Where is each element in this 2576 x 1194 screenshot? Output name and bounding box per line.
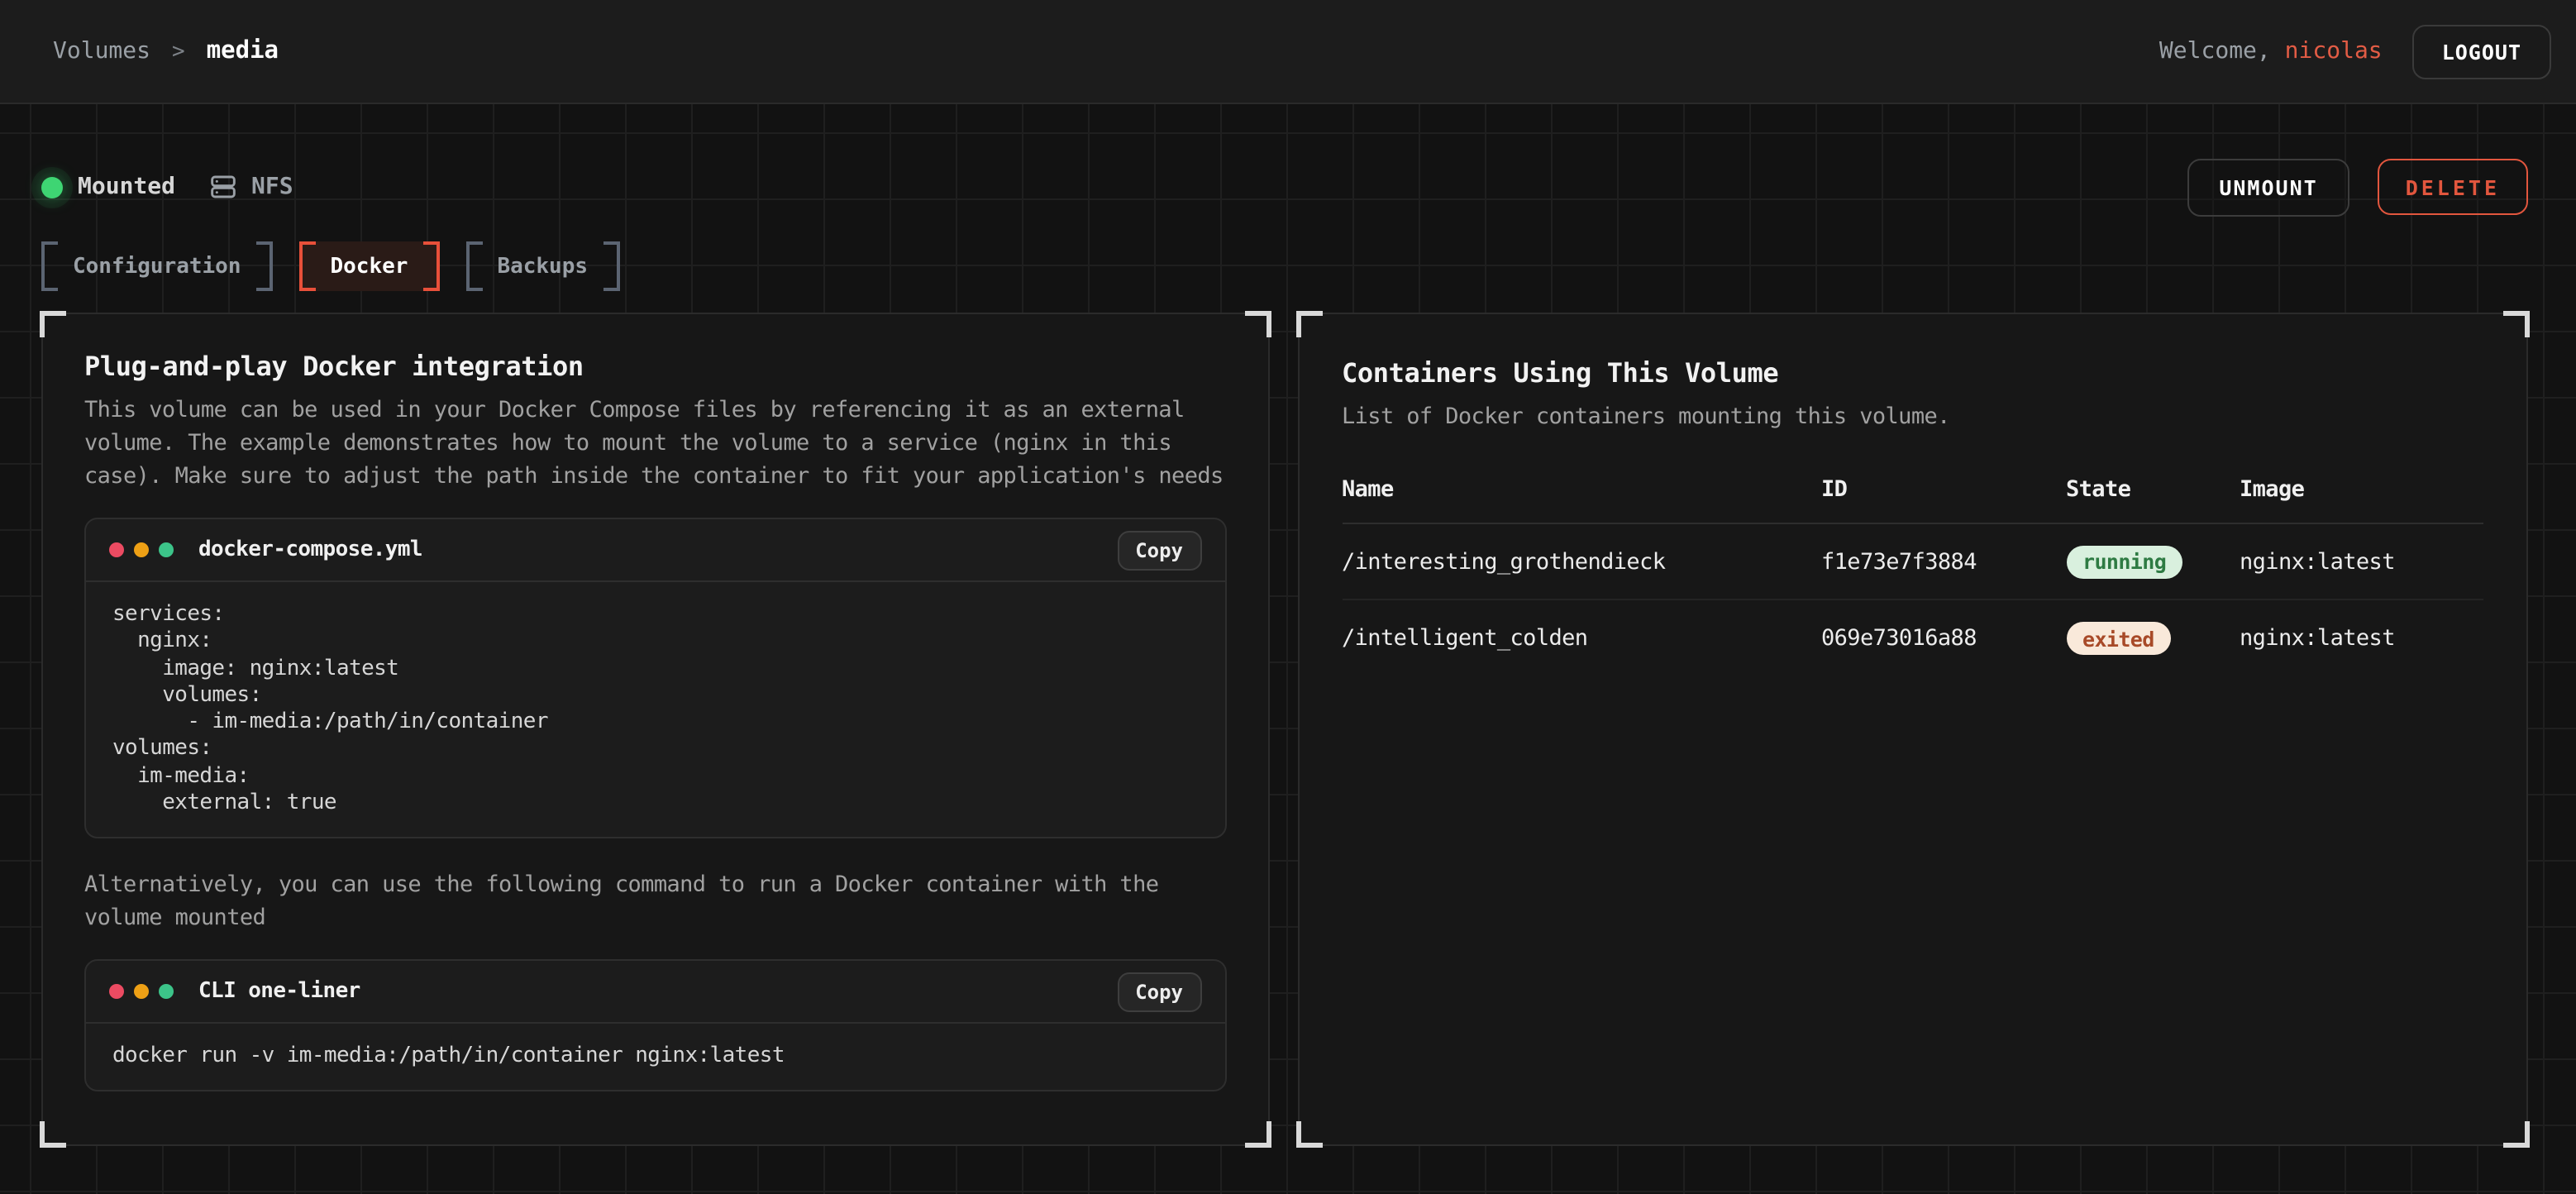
breadcrumb-volumes-link[interactable]: Volumes: [53, 38, 150, 64]
volume-toolbar: Mounted NFS UNMOUNT DELETE: [41, 104, 2528, 215]
red-dot-icon: [109, 984, 124, 999]
container-row: /intelligent_colden 069e73016a88 exited …: [1342, 600, 2483, 676]
driver-label: NFS: [251, 174, 293, 200]
driver-badge: NFS: [210, 174, 293, 200]
containers-panel-title: Containers Using This Volume: [1342, 357, 2483, 389]
panels-row: Plug-and-play Docker integration This vo…: [41, 313, 2528, 1146]
panel-corner-bracket: [2503, 311, 2530, 337]
traffic-lights-icon: [109, 542, 174, 557]
page-body: Mounted NFS UNMOUNT DELETE Con: [0, 104, 2576, 1194]
breadcrumb-separator: >: [172, 39, 185, 64]
panel-corner-bracket: [1295, 311, 1322, 337]
containers-table: Name ID State Image /interesting_grothen…: [1342, 476, 2483, 676]
breadcrumb: Volumes > media: [53, 38, 279, 64]
username: nicolas: [2285, 38, 2383, 64]
panel-corner-bracket: [1244, 311, 1271, 337]
amber-dot-icon: [134, 984, 149, 999]
action-group: UNMOUNT DELETE: [2187, 158, 2528, 216]
docker-panel-description: This volume can be used in your Docker C…: [84, 394, 1226, 493]
panel-corner-bracket: [2503, 1121, 2530, 1148]
unmount-button[interactable]: UNMOUNT: [2187, 158, 2349, 216]
amber-dot-icon: [134, 542, 149, 557]
cli-intro-text: Alternatively, you can use the following…: [84, 868, 1226, 934]
tab-backups[interactable]: Backups: [465, 241, 619, 291]
green-dot-icon: [159, 542, 174, 557]
container-image: nginx:latest: [2240, 548, 2483, 575]
containers-panel-subtitle: List of Docker containers mounting this …: [1342, 400, 2483, 433]
column-header-image: Image: [2240, 476, 2483, 503]
app-header: Volumes > media Welcome, nicolas LOGOUT: [0, 0, 2576, 104]
logout-button[interactable]: LOGOUT: [2412, 24, 2551, 79]
welcome-text: Welcome, nicolas: [2159, 38, 2383, 64]
compose-code-block: docker-compose.yml Copy services: nginx:…: [84, 518, 1226, 838]
containers-panel: Containers Using This Volume List of Doc…: [1297, 313, 2528, 1146]
container-id: f1e73e7f3884: [1821, 548, 2066, 575]
tab-configuration[interactable]: Configuration: [41, 241, 273, 291]
mounted-status-label: Mounted: [78, 174, 175, 200]
header-right: Welcome, nicolas LOGOUT: [2159, 24, 2551, 79]
docker-integration-panel: Plug-and-play Docker integration This vo…: [41, 313, 1269, 1146]
panel-corner-bracket: [40, 1121, 66, 1148]
green-dot-icon: [159, 984, 174, 999]
volume-detail-page: Volumes > media Welcome, nicolas LOGOUT …: [0, 0, 2576, 1194]
column-header-id: ID: [1821, 476, 2066, 503]
state-badge: exited: [2066, 622, 2171, 655]
container-image: nginx:latest: [2240, 625, 2483, 652]
container-state-cell: running: [2066, 545, 2240, 578]
container-name: /interesting_grothendieck: [1342, 548, 1821, 575]
compose-copy-button[interactable]: Copy: [1117, 530, 1201, 570]
panel-corner-bracket: [40, 311, 66, 337]
cli-code-block: CLI one-liner Copy docker run -v im-medi…: [84, 959, 1226, 1092]
cli-code: docker run -v im-media:/path/in/containe…: [86, 1024, 1224, 1091]
tab-docker[interactable]: Docker: [299, 241, 440, 291]
mounted-status: Mounted: [41, 174, 175, 200]
containers-table-header: Name ID State Image: [1342, 476, 2483, 524]
compose-code: services: nginx: image: nginx:latest vol…: [86, 582, 1224, 837]
server-icon: [210, 174, 236, 200]
column-header-name: Name: [1342, 476, 1821, 503]
container-id: 069e73016a88: [1821, 625, 2066, 652]
container-name: /intelligent_colden: [1342, 625, 1821, 652]
cli-code-header: CLI one-liner Copy: [86, 961, 1224, 1024]
delete-button[interactable]: DELETE: [2378, 159, 2528, 215]
compose-code-header: docker-compose.yml Copy: [86, 519, 1224, 582]
panel-corner-bracket: [1244, 1121, 1271, 1148]
status-group: Mounted NFS: [41, 174, 293, 200]
red-dot-icon: [109, 542, 124, 557]
container-state-cell: exited: [2066, 622, 2240, 655]
breadcrumb-current-volume: media: [207, 38, 279, 64]
compose-filename: docker-compose.yml: [198, 537, 422, 562]
tab-bar: Configuration Docker Backups: [41, 241, 2528, 291]
panel-corner-bracket: [1295, 1121, 1322, 1148]
mounted-status-dot-icon: [41, 176, 63, 198]
container-row: /interesting_grothendieck f1e73e7f3884 r…: [1342, 524, 2483, 600]
welcome-prefix: Welcome,: [2159, 38, 2271, 64]
traffic-lights-icon: [109, 984, 174, 999]
cli-block-title: CLI one-liner: [198, 979, 360, 1004]
column-header-state: State: [2066, 476, 2240, 503]
cli-copy-button[interactable]: Copy: [1117, 972, 1201, 1011]
docker-panel-title: Plug-and-play Docker integration: [84, 351, 1226, 382]
state-badge: running: [2066, 545, 2182, 578]
